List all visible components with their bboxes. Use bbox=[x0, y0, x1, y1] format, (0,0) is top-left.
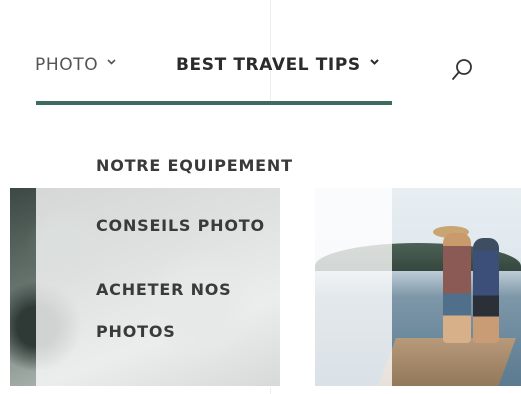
menu-item-conseils-photo[interactable]: CONSEILS PHOTO bbox=[96, 209, 265, 242]
chevron-down-icon bbox=[370, 59, 379, 67]
main-nav: PHOTO BEST TRAVEL TIPS bbox=[0, 55, 521, 95]
person-woman bbox=[443, 233, 471, 343]
chevron-down-icon bbox=[107, 59, 116, 67]
menu-item-acheter-nos-photos[interactable]: ACHETER NOS PHOTOS bbox=[96, 269, 286, 353]
photo-dropdown-menu: NOTRE EQUIPEMENT CONSEILS PHOTO ACHETER … bbox=[36, 105, 392, 388]
nav-item-best-travel-tips[interactable]: BEST TRAVEL TIPS bbox=[176, 55, 379, 75]
search-icon[interactable] bbox=[449, 57, 475, 83]
nav-item-best-travel-tips-label: BEST TRAVEL TIPS bbox=[176, 55, 361, 75]
dock bbox=[374, 338, 516, 386]
menu-item-notre-equipement[interactable]: NOTRE EQUIPEMENT bbox=[96, 149, 293, 182]
person-man bbox=[473, 238, 499, 343]
nav-item-photo[interactable]: PHOTO bbox=[35, 55, 116, 75]
nav-item-photo-label: PHOTO bbox=[35, 55, 99, 75]
